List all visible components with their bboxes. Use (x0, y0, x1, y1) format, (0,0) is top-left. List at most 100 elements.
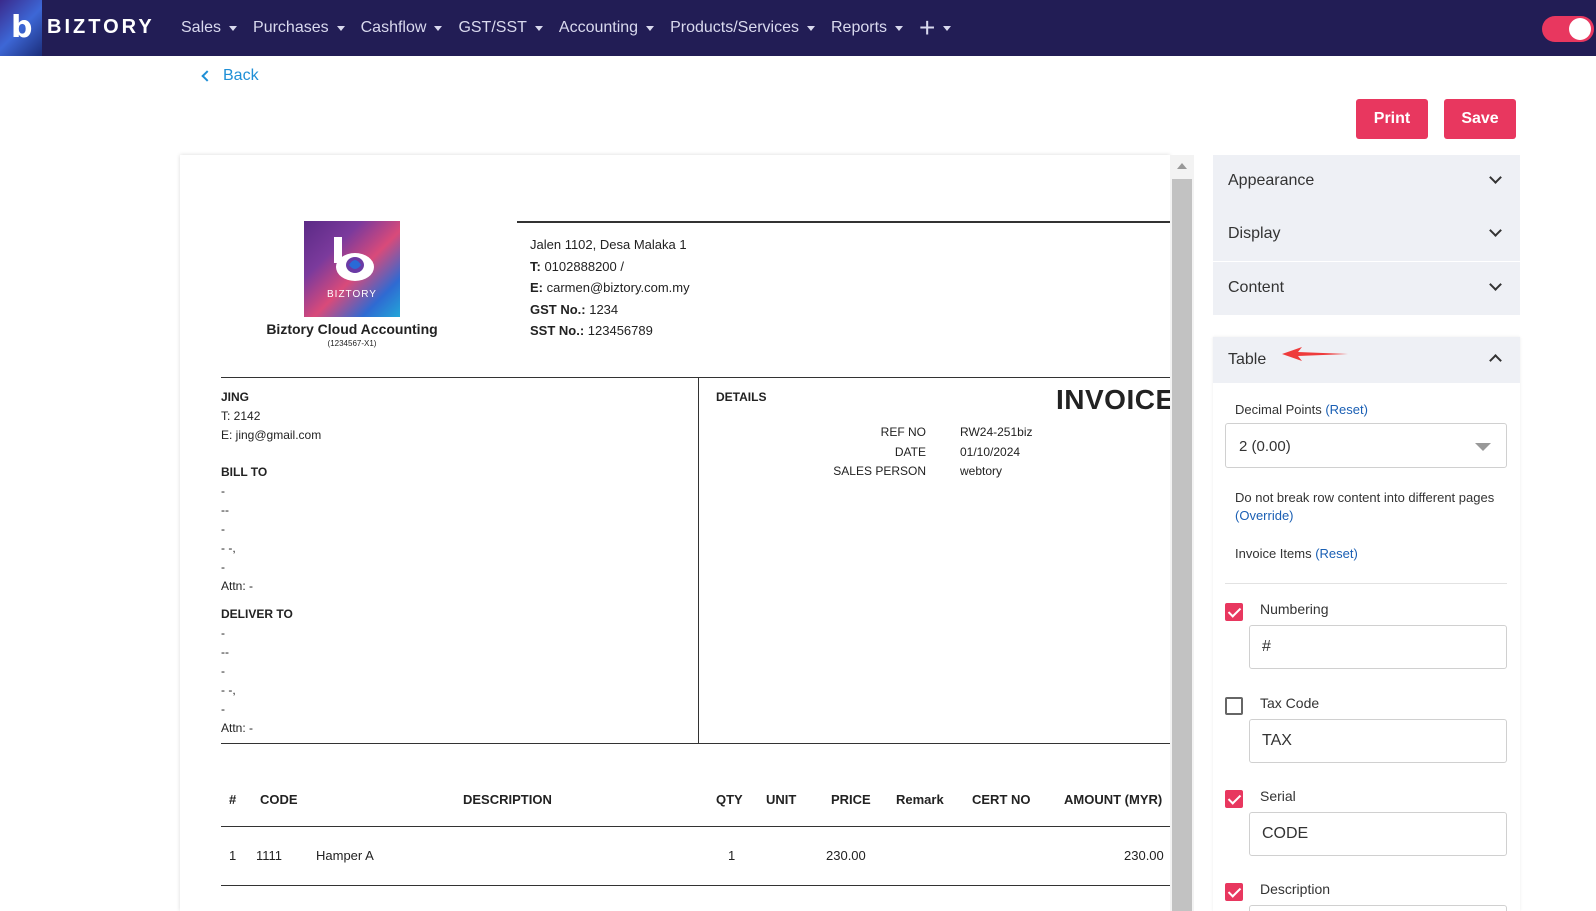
bill-to-line: - -, (221, 541, 236, 555)
nav-gst-sst[interactable]: GST/SST (458, 19, 543, 37)
decimal-points-label: Decimal Points (1235, 402, 1322, 417)
tax-code-input[interactable] (1249, 719, 1507, 763)
table-row-divider (221, 885, 1170, 886)
accordion-table[interactable]: Table (1213, 337, 1520, 383)
override-link[interactable]: (Override) (1235, 508, 1294, 523)
col-header-cert-no: CERT NO (972, 792, 1031, 807)
header-divider (517, 221, 1170, 223)
company-logo: BIZTORY (304, 221, 400, 317)
accordion-table-label: Table (1228, 351, 1267, 368)
brand-mark-icon: b (0, 0, 42, 56)
company-name: Biztory Cloud Accounting (266, 321, 438, 337)
table-header-divider (221, 826, 1170, 827)
nav-add-menu[interactable]: + (919, 12, 952, 43)
accordion-content-label: Content (1228, 279, 1285, 296)
email-label: E: (530, 280, 543, 295)
scroll-thumb[interactable] (1172, 179, 1192, 911)
deliver-to-line: - (221, 702, 225, 716)
company-email: carmen@biztory.com.my (543, 280, 690, 295)
dropdown-arrow-icon (1475, 443, 1491, 451)
customer-email: E: jing@gmail.com (221, 428, 322, 442)
divider (1225, 583, 1507, 584)
chevron-down-icon (1489, 171, 1502, 184)
print-button[interactable]: Print (1356, 99, 1428, 139)
accordion-content[interactable]: Content (1213, 262, 1520, 315)
date-label: DATE (894, 445, 926, 459)
nav-purchases-label: Purchases (253, 19, 329, 36)
invoice-items-reset-link[interactable]: (Reset) (1315, 546, 1358, 561)
top-navbar: b BIZTORY Sales Purchases Cashflow GST/S… (0, 0, 1596, 56)
col-header-description: DESCRIPTION (463, 792, 552, 807)
description-checkbox[interactable] (1225, 883, 1243, 901)
annotation-arrow-icon (1282, 347, 1348, 361)
accordion-appearance-label: Appearance (1228, 172, 1315, 189)
deliver-to-line: - -, (221, 683, 236, 697)
decimal-points-row: Decimal Points (Reset) (1235, 402, 1368, 417)
chevron-down-icon (943, 25, 952, 31)
nav-products-services[interactable]: Products/Services (670, 19, 815, 37)
chevron-left-icon (201, 70, 213, 82)
chevron-down-icon (807, 25, 815, 31)
nav-reports-label: Reports (831, 19, 888, 36)
company-address: Jalen 1102, Desa Malaka 1 (530, 237, 687, 252)
numbering-input[interactable] (1249, 625, 1507, 669)
back-link[interactable]: Back (201, 67, 259, 85)
plus-icon: + (919, 12, 936, 43)
company-address-block: Jalen 1102, Desa Malaka 1 T: 0102888200 … (530, 234, 690, 342)
ref-no-label: REF NO (880, 425, 926, 439)
brand-logo[interactable]: b BIZTORY (0, 0, 160, 56)
tax-code-label: Tax Code (1260, 695, 1320, 711)
col-header-price: PRICE (831, 792, 871, 807)
customer-name: JING (221, 390, 250, 404)
details-label: DETAILS (716, 390, 767, 404)
description-input[interactable] (1249, 905, 1507, 911)
brand-name: BIZTORY (47, 16, 155, 38)
save-button[interactable]: Save (1444, 99, 1516, 139)
no-break-row: Do not break row content into different … (1235, 489, 1495, 525)
no-break-text: Do not break row content into different … (1235, 490, 1495, 505)
bill-to-line: - (221, 484, 225, 498)
nav-reports[interactable]: Reports (831, 19, 904, 37)
serial-checkbox[interactable] (1225, 790, 1243, 808)
document-title: INVOICE (1056, 384, 1170, 415)
chevron-down-icon (1489, 278, 1502, 291)
accordion-display[interactable]: Display (1213, 208, 1520, 261)
deliver-to-line: -- (221, 645, 229, 659)
customer-phone: T: 2142 (221, 409, 261, 423)
invoice-items-label: Invoice Items (1235, 546, 1312, 561)
company-email-line: E: carmen@biztory.com.my (530, 277, 690, 299)
chevron-down-icon (229, 25, 238, 31)
accordion-appearance[interactable]: Appearance (1213, 155, 1520, 208)
nav-cashflow-label: Cashflow (360, 19, 427, 36)
col-header-unit: UNIT (766, 792, 797, 807)
nav-cashflow[interactable]: Cashflow (361, 19, 443, 37)
decimal-points-select[interactable]: 2 (0.00) (1225, 423, 1507, 468)
sales-person-value: webtory (960, 464, 1003, 478)
toggle-knob (1569, 18, 1591, 40)
nav-accounting[interactable]: Accounting (559, 19, 655, 37)
bill-to-line: - (221, 522, 225, 536)
mode-toggle[interactable] (1542, 16, 1594, 42)
column-divider (698, 377, 699, 743)
preview-scrollbar[interactable] (1170, 155, 1194, 911)
company-sst: 123456789 (584, 323, 653, 338)
chevron-down-icon (434, 25, 443, 31)
sales-person-label: SALES PERSON (833, 464, 926, 478)
back-label: Back (223, 67, 259, 84)
main-menu: Sales Purchases Cashflow GST/SST Account… (181, 0, 967, 56)
serial-input[interactable] (1249, 812, 1507, 856)
bill-to-line: -- (221, 503, 229, 517)
scroll-up-icon[interactable] (1177, 163, 1187, 169)
bill-to-attn: Attn: - (221, 579, 254, 593)
row-qty: 1 (728, 848, 736, 863)
tax-code-checkbox[interactable] (1225, 697, 1243, 715)
deliver-to-label: DELIVER TO (221, 607, 293, 621)
nav-purchases[interactable]: Purchases (253, 19, 345, 37)
invoice-items-row: Invoice Items (Reset) (1235, 546, 1358, 561)
accordion-display-label: Display (1228, 225, 1281, 242)
col-header-qty: QTY (716, 792, 743, 807)
nav-sales[interactable]: Sales (181, 19, 238, 37)
decimal-reset-link[interactable]: (Reset) (1325, 402, 1368, 417)
divider (221, 377, 1170, 378)
numbering-checkbox[interactable] (1225, 603, 1243, 621)
